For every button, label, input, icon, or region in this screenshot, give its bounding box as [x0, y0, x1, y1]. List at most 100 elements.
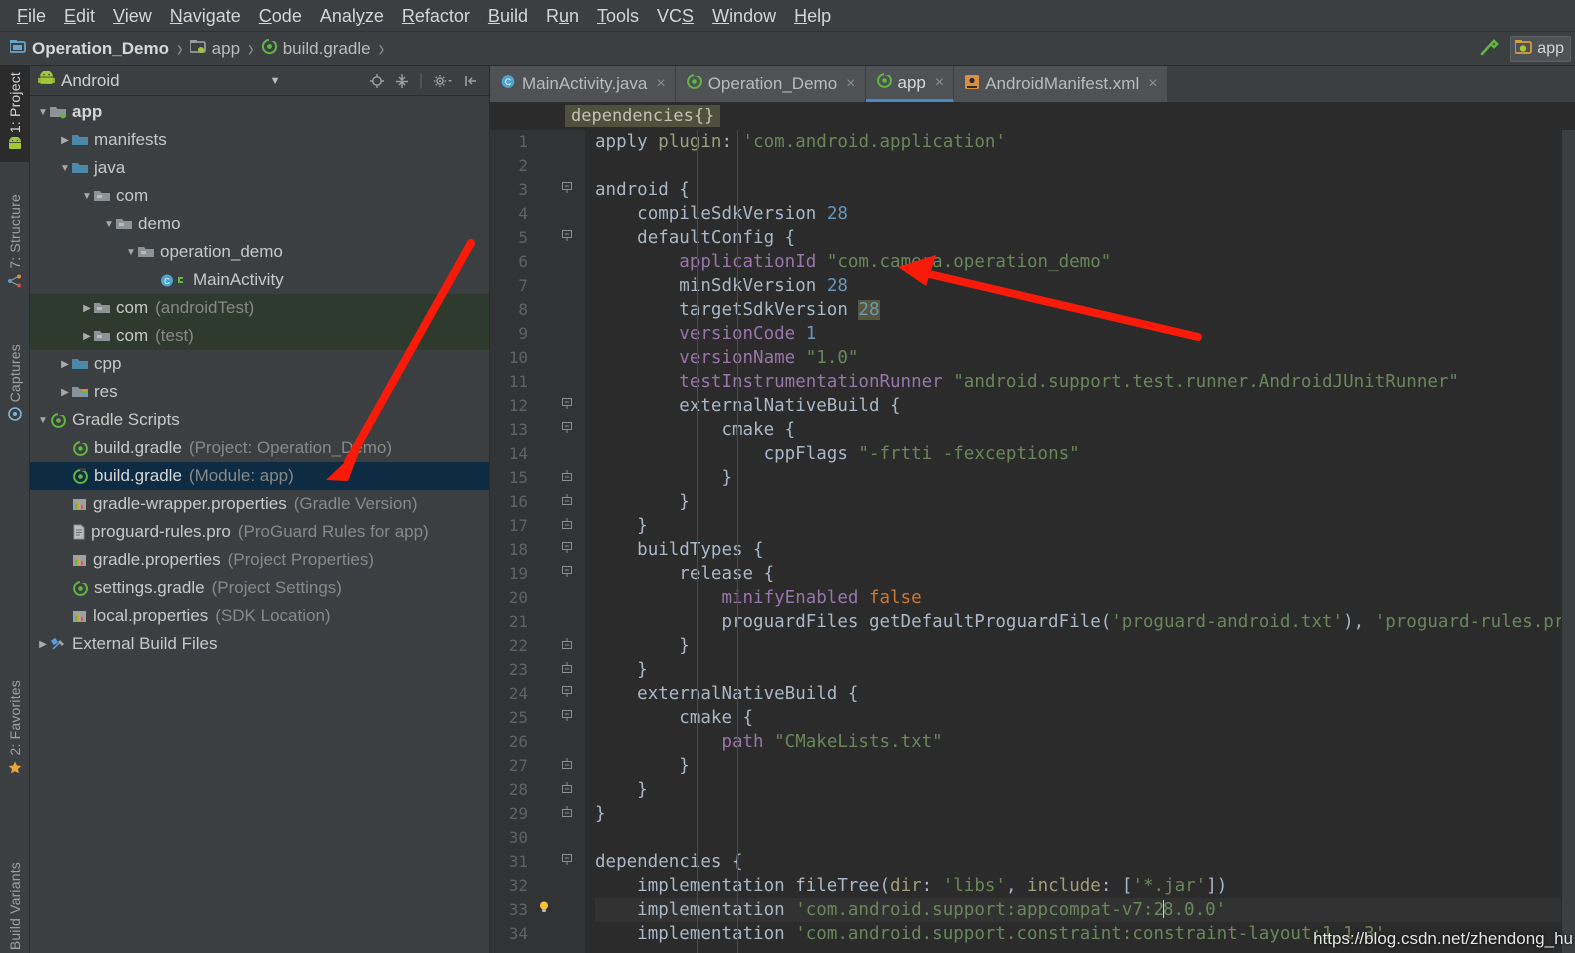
sidebar-tab-captures[interactable]: Captures: [0, 338, 30, 433]
gutter-line[interactable]: 13: [490, 418, 585, 442]
menu-item-run[interactable]: Run: [537, 0, 588, 32]
code-fold-icon[interactable]: [554, 490, 580, 514]
gutter-line[interactable]: 8: [490, 298, 585, 322]
project-tree[interactable]: ▼ app ▶ manifests ▼ java ▼ com ▼ demo ▼ operation_d…: [30, 96, 489, 953]
tree-twisty-right-icon[interactable]: ▶: [58, 359, 72, 370]
code-line[interactable]: dependencies {: [595, 850, 1575, 874]
code-line[interactable]: release {: [595, 562, 1575, 586]
locate-target-icon[interactable]: [369, 73, 385, 89]
code-line[interactable]: }: [595, 658, 1575, 682]
tree-item-manifests[interactable]: ▶ manifests: [30, 126, 489, 154]
code-line[interactable]: minifyEnabled false: [595, 586, 1575, 610]
editor-tab-operation-demo[interactable]: Operation_Demo ×: [675, 66, 866, 102]
menu-item-build[interactable]: Build: [479, 0, 537, 32]
gutter-line[interactable]: 19: [490, 562, 585, 586]
gutter-line[interactable]: 12: [490, 394, 585, 418]
gutter-line[interactable]: 2: [490, 154, 585, 178]
sidebar-tab-structure[interactable]: 7: Structure: [0, 188, 30, 300]
breadcrumb-build-gradle[interactable]: build.gradle: [261, 37, 371, 60]
code-line[interactable]: buildTypes {: [595, 538, 1575, 562]
code-line[interactable]: implementation fileTree(dir: 'libs', inc…: [595, 874, 1575, 898]
code-line[interactable]: }: [595, 466, 1575, 490]
tree-item-settings-gradle[interactable]: settings.gradle (Project Settings): [30, 574, 489, 602]
code-line[interactable]: android {: [595, 178, 1575, 202]
menu-item-navigate[interactable]: Navigate: [161, 0, 250, 32]
code-fold-icon[interactable]: [554, 514, 580, 538]
gutter-line[interactable]: 3: [490, 178, 585, 202]
code-fold-icon[interactable]: [554, 850, 580, 874]
tree-twisty-right-icon[interactable]: ▶: [80, 303, 94, 314]
menu-item-analyze[interactable]: Analyze: [311, 0, 393, 32]
tree-item-java[interactable]: ▼ java: [30, 154, 489, 182]
code-line[interactable]: defaultConfig {: [595, 226, 1575, 250]
code-fold-icon[interactable]: [554, 778, 580, 802]
menu-item-window[interactable]: Window: [703, 0, 785, 32]
close-icon[interactable]: ×: [935, 74, 944, 92]
code-line[interactable]: proguardFiles getDefaultProguardFile('pr…: [595, 610, 1575, 634]
gutter-line[interactable]: 11: [490, 370, 585, 394]
hammer-icon[interactable]: [1478, 36, 1500, 63]
tree-item-gradle-scripts[interactable]: ▼ Gradle Scripts: [30, 406, 489, 434]
gutter-line[interactable]: 32: [490, 874, 585, 898]
tree-twisty-right-icon[interactable]: ▶: [80, 331, 94, 342]
code-content[interactable]: apply plugin: 'com.android.application' …: [585, 130, 1575, 953]
code-line[interactable]: }: [595, 754, 1575, 778]
code-fold-icon[interactable]: [554, 802, 580, 826]
breadcrumb-dependencies[interactable]: dependencies{}: [565, 105, 721, 127]
tree-item-gradle-wrapper-properties[interactable]: gradle-wrapper.properties (Gradle Version…: [30, 490, 489, 518]
code-line[interactable]: }: [595, 634, 1575, 658]
code-line[interactable]: implementation 'com.android.support:appc…: [595, 898, 1575, 922]
editor-tab-androidmanifest-xml[interactable]: AndroidManifest.xml ×: [954, 66, 1168, 102]
tree-twisty-down-icon[interactable]: ▼: [102, 219, 116, 230]
code-fold-icon[interactable]: [554, 418, 580, 442]
code-line[interactable]: [595, 154, 1575, 178]
gutter-line[interactable]: 25: [490, 706, 585, 730]
code-line[interactable]: }: [595, 490, 1575, 514]
code-line[interactable]: cmake {: [595, 706, 1575, 730]
tree-item-external-build-files[interactable]: ▶ External Build Files: [30, 630, 489, 658]
tree-item-build-gradle[interactable]: build.gradle (Project: Operation_Demo): [30, 434, 489, 462]
code-fold-icon[interactable]: [554, 466, 580, 490]
code-line[interactable]: [595, 826, 1575, 850]
tree-item-operation-demo[interactable]: ▼ operation_demo: [30, 238, 489, 266]
gutter-line[interactable]: 9: [490, 322, 585, 346]
code-line[interactable]: compileSdkVersion 28: [595, 202, 1575, 226]
tree-item-com[interactable]: ▶ com (test): [30, 322, 489, 350]
hide-panel-icon[interactable]: [463, 73, 479, 89]
gutter-line[interactable]: 5: [490, 226, 585, 250]
editor-right-gutter[interactable]: [1561, 130, 1575, 953]
code-fold-icon[interactable]: [554, 178, 580, 202]
code-fold-icon[interactable]: [554, 394, 580, 418]
close-icon[interactable]: ×: [1148, 75, 1157, 93]
gutter-line[interactable]: 29: [490, 802, 585, 826]
gutter-line[interactable]: 21: [490, 610, 585, 634]
code-line[interactable]: targetSdkVersion 28: [595, 298, 1575, 322]
tree-twisty-right-icon[interactable]: ▶: [58, 387, 72, 398]
code-line[interactable]: }: [595, 802, 1575, 826]
gutter-line[interactable]: 33: [490, 898, 585, 922]
code-fold-icon[interactable]: [554, 562, 580, 586]
close-icon[interactable]: ×: [656, 75, 665, 93]
gutter-line[interactable]: 4: [490, 202, 585, 226]
code-line[interactable]: versionName "1.0": [595, 346, 1575, 370]
gutter-line[interactable]: 22: [490, 634, 585, 658]
tree-twisty-down-icon[interactable]: ▼: [58, 163, 72, 174]
tree-item-com[interactable]: ▼ com: [30, 182, 489, 210]
menu-item-file[interactable]: File: [8, 0, 55, 32]
code-line[interactable]: externalNativeBuild {: [595, 682, 1575, 706]
code-fold-icon[interactable]: [554, 682, 580, 706]
tree-item-app[interactable]: ▼ app: [30, 98, 489, 126]
tree-item-gradle-properties[interactable]: gradle.properties (Project Properties): [30, 546, 489, 574]
collapse-all-icon[interactable]: [394, 73, 410, 89]
code-line[interactable]: externalNativeBuild {: [595, 394, 1575, 418]
menu-item-edit[interactable]: Edit: [55, 0, 104, 32]
code-line[interactable]: }: [595, 778, 1575, 802]
menu-item-code[interactable]: Code: [250, 0, 311, 32]
tree-item-build-gradle[interactable]: build.gradle (Module: app): [30, 462, 489, 490]
code-line[interactable]: minSdkVersion 28: [595, 274, 1575, 298]
gutter-line[interactable]: 26: [490, 730, 585, 754]
settings-gear-icon[interactable]: [432, 73, 454, 89]
chevron-down-icon[interactable]: ▼: [270, 75, 289, 87]
gutter-line[interactable]: 30: [490, 826, 585, 850]
code-fold-icon[interactable]: [554, 634, 580, 658]
